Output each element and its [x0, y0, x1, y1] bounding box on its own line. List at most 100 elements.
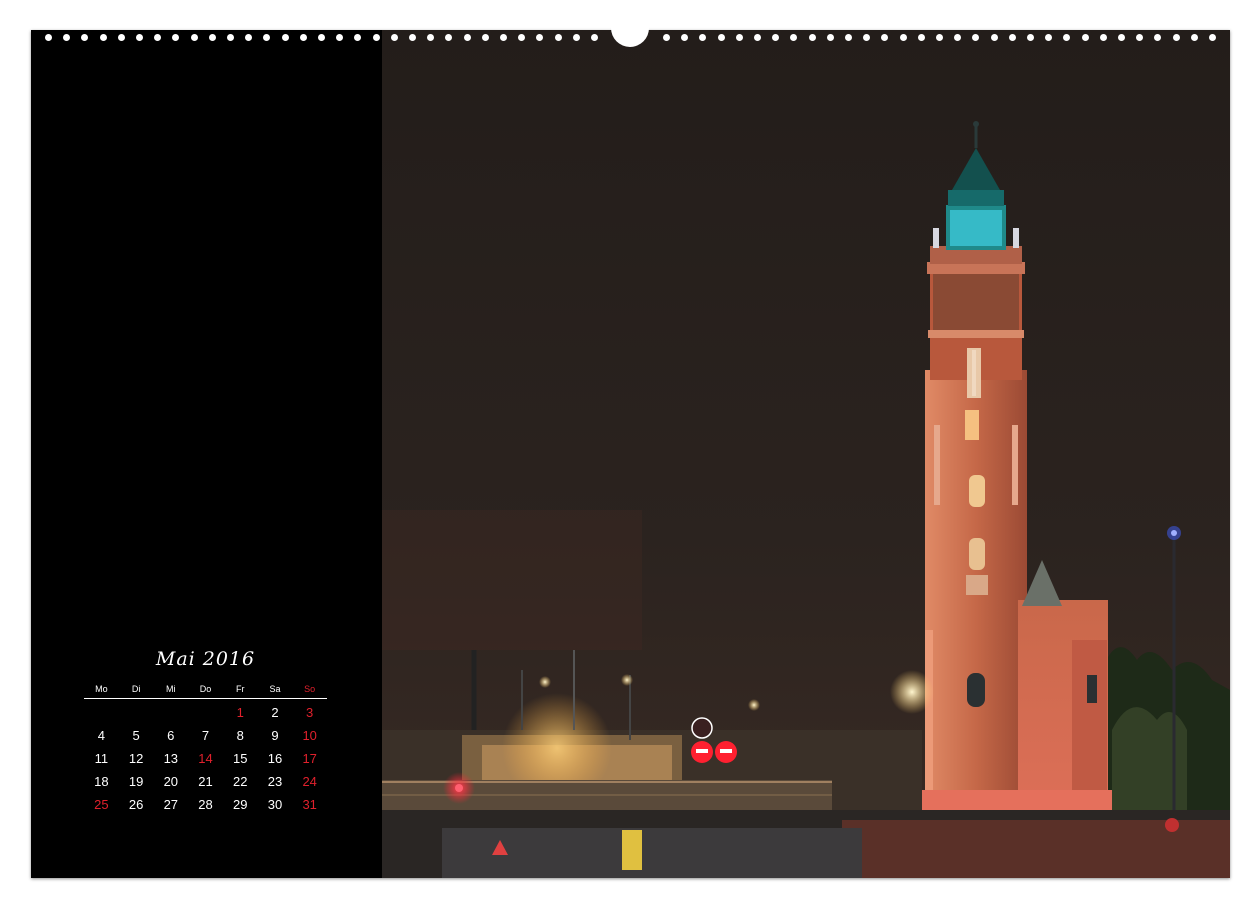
calendar-day: 8 — [223, 724, 258, 747]
calendar-day: 22 — [223, 770, 258, 793]
calendar-week-row: 25262728293031 — [84, 793, 327, 816]
binding-hole — [991, 34, 998, 41]
weekday-header: Mo Di Mi Do Fr Sa So — [84, 684, 327, 699]
binding-hole — [1100, 34, 1107, 41]
calendar-day: 20 — [153, 770, 188, 793]
binding-hole — [954, 34, 961, 41]
binding-hole — [136, 34, 143, 41]
calendar-day: 21 — [188, 770, 223, 793]
calendar-day: 30 — [258, 793, 293, 816]
binding-hole — [936, 34, 943, 41]
binding-hole — [754, 34, 761, 41]
binding-hole — [209, 34, 216, 41]
calendar-day — [188, 701, 223, 724]
binding-hole — [245, 34, 252, 41]
binding-hole — [881, 34, 888, 41]
calendar-day: 13 — [153, 747, 188, 770]
calendar-day — [153, 701, 188, 724]
month-calendar: Mai 2016 Mo Di Mi Do Fr Sa So 1234567891… — [84, 645, 327, 816]
binding-hole — [445, 34, 452, 41]
weekday-label: Sa — [258, 684, 293, 694]
calendar-day: 17 — [292, 747, 327, 770]
binding-hole — [555, 34, 562, 41]
binding-hole — [100, 34, 107, 41]
calendar-day: 10 — [292, 724, 327, 747]
binding-hole — [809, 34, 816, 41]
binding-hole — [573, 34, 580, 41]
binding-hole — [118, 34, 125, 41]
binding-hole — [663, 34, 670, 41]
calendar-day: 14 — [188, 747, 223, 770]
calendar-day: 6 — [153, 724, 188, 747]
calendar-day: 26 — [119, 793, 154, 816]
binding-hole — [827, 34, 834, 41]
binding-hole — [81, 34, 88, 41]
binding-hole — [681, 34, 688, 41]
binding-hole — [1027, 34, 1034, 41]
binding-hole — [1063, 34, 1070, 41]
binding-hole — [1154, 34, 1161, 41]
binding-hole — [427, 34, 434, 41]
calendar-day: 24 — [292, 770, 327, 793]
binding-hole — [1191, 34, 1198, 41]
binding-hole — [391, 34, 398, 41]
binding-hole — [154, 34, 161, 41]
binding-hole — [318, 34, 325, 41]
binding-hole — [282, 34, 289, 41]
weekday-label: Mi — [153, 684, 188, 694]
binding-hole — [63, 34, 70, 41]
calendar-day: 28 — [188, 793, 223, 816]
binding-hole — [536, 34, 543, 41]
binding-hole — [263, 34, 270, 41]
binding-hole — [863, 34, 870, 41]
calendar-day: 12 — [119, 747, 154, 770]
binding-hole — [191, 34, 198, 41]
binding-hole — [1173, 34, 1180, 41]
lighthouse-photo — [382, 30, 1230, 878]
calendar-title: Mai 2016 — [84, 645, 327, 673]
binding-hole — [718, 34, 725, 41]
binding-hole — [172, 34, 179, 41]
binding-hole — [790, 34, 797, 41]
calendar-day: 25 — [84, 793, 119, 816]
binding-hole — [300, 34, 307, 41]
binding-hole — [1118, 34, 1125, 41]
binding-hole — [464, 34, 471, 41]
calendar-day: 4 — [84, 724, 119, 747]
calendar-day: 15 — [223, 747, 258, 770]
weekday-label: Di — [119, 684, 154, 694]
calendar-day: 16 — [258, 747, 293, 770]
binding-hole — [736, 34, 743, 41]
calendar-day: 18 — [84, 770, 119, 793]
binding-hole — [591, 34, 598, 41]
weekday-label-sunday: So — [292, 684, 327, 694]
binding-hole — [972, 34, 979, 41]
weekday-label: Mo — [84, 684, 119, 694]
calendar-week-row: 18192021222324 — [84, 770, 327, 793]
calendar-week-row: 11121314151617 — [84, 747, 327, 770]
calendar-day: 31 — [292, 793, 327, 816]
calendar-day: 9 — [258, 724, 293, 747]
calendar-day: 27 — [153, 793, 188, 816]
calendar-day — [119, 701, 154, 724]
binding-hole — [373, 34, 380, 41]
binding-hole — [45, 34, 52, 41]
binding-hole — [1045, 34, 1052, 41]
calendar-day: 7 — [188, 724, 223, 747]
binding-hole — [845, 34, 852, 41]
binding-hole — [1209, 34, 1216, 41]
binding-hole — [1136, 34, 1143, 41]
calendar-day: 3 — [292, 701, 327, 724]
calendar-day: 11 — [84, 747, 119, 770]
binding-hole — [354, 34, 361, 41]
binding-hole — [900, 34, 907, 41]
binding-hole — [482, 34, 489, 41]
binding-hole — [409, 34, 416, 41]
binding-hole — [500, 34, 507, 41]
binding-hole — [227, 34, 234, 41]
calendar-day: 5 — [119, 724, 154, 747]
calendar-day: 2 — [258, 701, 293, 724]
calendar-day: 1 — [223, 701, 258, 724]
calendar-day — [84, 701, 119, 724]
binding-hole — [336, 34, 343, 41]
